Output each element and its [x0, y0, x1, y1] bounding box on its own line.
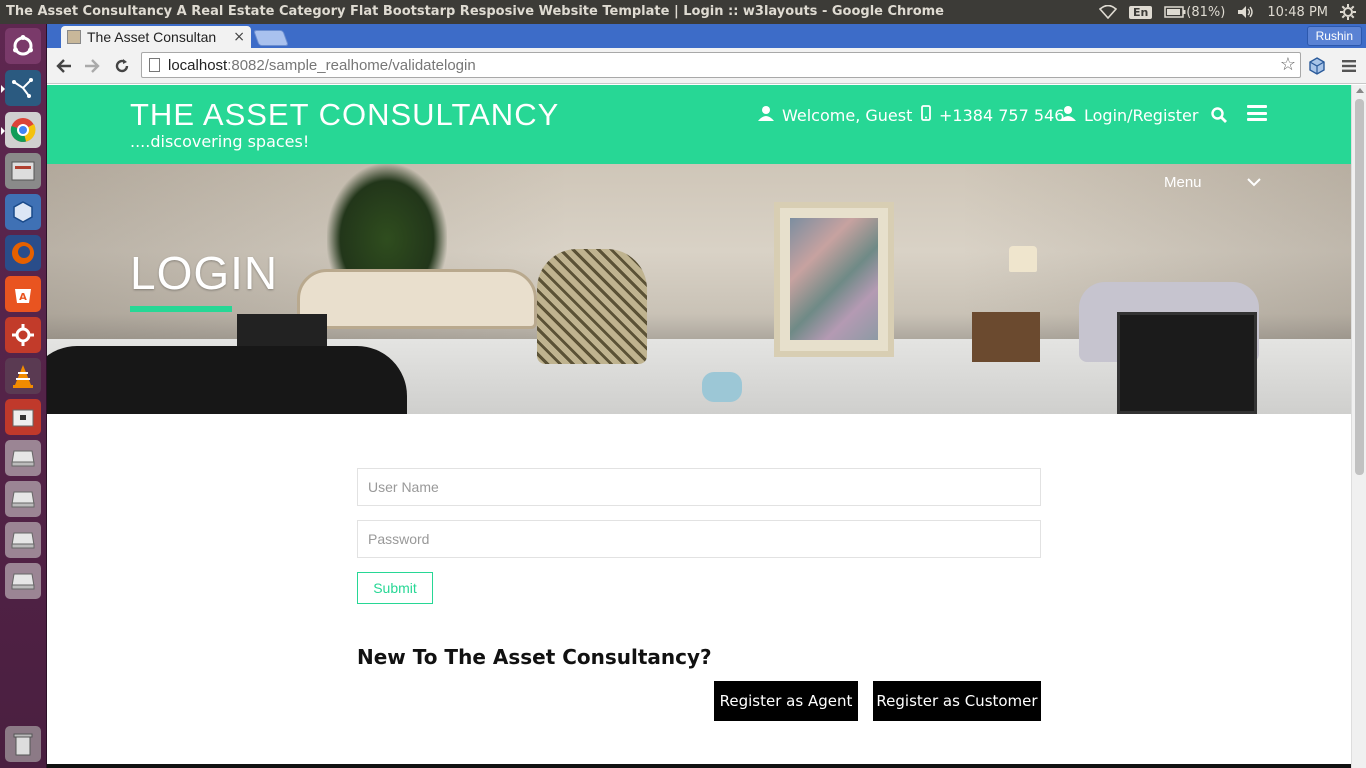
hero-lamp — [1009, 246, 1037, 272]
hero-banner: Menu LOGIN — [47, 164, 1351, 414]
forward-arrow-icon[interactable] — [81, 55, 103, 77]
drive-icon[interactable] — [5, 563, 41, 599]
page-title: LOGIN — [130, 247, 279, 299]
page-icon — [149, 58, 160, 72]
unity-launcher: A — [0, 24, 47, 768]
drive-icon[interactable] — [5, 440, 41, 476]
bookmark-star-icon[interactable]: ☆ — [1280, 54, 1296, 75]
browser-window: The Asset Consultan × Rushin localhost:8… — [47, 24, 1366, 768]
register-customer-button[interactable]: Register as Customer — [873, 681, 1041, 721]
site-brand[interactable]: THE ASSET CONSULTANCY — [130, 97, 559, 133]
files-icon[interactable] — [5, 153, 41, 189]
tab-strip: The Asset Consultan × Rushin — [47, 24, 1366, 48]
chrome-icon[interactable] — [1, 112, 41, 148]
footer-edge — [47, 764, 1351, 768]
trash-icon[interactable] — [5, 726, 41, 762]
site-header: THE ASSET CONSULTANCY ....discovering sp… — [47, 85, 1351, 164]
scrollbar-thumb[interactable] — [1355, 99, 1364, 475]
user-icon — [758, 105, 774, 126]
profile-button[interactable]: Rushin — [1306, 26, 1362, 46]
system-settings-icon[interactable] — [5, 317, 41, 353]
chrome-menu-icon[interactable] — [1339, 56, 1359, 76]
panel-indicators: En (81%) 10:48 PM — [1093, 0, 1362, 24]
tab-title: The Asset Consultan — [87, 29, 217, 45]
title-underline — [130, 306, 232, 312]
ubuntu-dash-icon[interactable] — [5, 28, 41, 64]
new-user-heading: New To The Asset Consultancy? — [357, 645, 712, 669]
drive-icon[interactable] — [5, 481, 41, 517]
mobile-phone-icon — [921, 105, 931, 126]
mysql-workbench-icon[interactable] — [1, 70, 41, 106]
extension-cube-icon[interactable] — [1307, 56, 1327, 76]
hero-painting-art — [790, 218, 878, 340]
virtualbox-icon[interactable] — [5, 194, 41, 230]
address-bar[interactable]: localhost:8082/sample_realhome/validatel… — [141, 52, 1301, 78]
power-gear-icon[interactable] — [1334, 0, 1362, 24]
browser-toolbar: localhost:8082/sample_realhome/validatel… — [47, 48, 1366, 84]
new-tab-button[interactable] — [253, 30, 289, 46]
page-scrollbar[interactable] — [1351, 85, 1366, 768]
wifi-icon[interactable] — [1093, 0, 1123, 24]
back-arrow-icon[interactable] — [53, 55, 75, 77]
hero-television — [1117, 312, 1257, 414]
tab-active[interactable]: The Asset Consultan × — [61, 26, 251, 48]
keyboard-layout-label: En — [1128, 5, 1153, 19]
hero-sofa — [297, 269, 537, 329]
site-tagline: ....discovering spaces! — [130, 132, 310, 151]
url-host: localhost — [168, 56, 228, 74]
keyboard-layout-indicator[interactable]: En — [1123, 0, 1158, 24]
welcome-user: Welcome, Guest — [758, 105, 912, 126]
hamburger-menu-icon[interactable] — [1247, 105, 1267, 121]
url-path: :8082/sample_realhome/validatelogin — [227, 56, 476, 74]
vlc-icon[interactable] — [5, 358, 41, 394]
username-input[interactable]: User Name — [357, 468, 1041, 506]
phone-number: +1384 757 546 — [939, 106, 1065, 125]
welcome-text: Welcome, Guest — [782, 106, 913, 125]
favicon-icon — [67, 30, 81, 44]
battery-icon — [1164, 6, 1186, 18]
hero-armchair — [537, 249, 647, 364]
software-center-icon[interactable]: A — [5, 276, 41, 312]
user-icon — [1060, 105, 1076, 126]
hero-painting — [774, 202, 894, 357]
svg-text:A: A — [19, 292, 27, 303]
window-title: The Asset Consultancy A Real Estate Cate… — [6, 4, 944, 19]
firefox-icon[interactable] — [5, 235, 41, 271]
clock[interactable]: 10:48 PM — [1261, 0, 1334, 24]
hero-vase — [702, 372, 742, 402]
scroll-up-arrow-icon[interactable] — [1356, 88, 1364, 93]
battery-indicator[interactable]: (81%) — [1158, 0, 1231, 24]
register-agent-button[interactable]: Register as Agent — [714, 681, 858, 721]
chevron-down-icon[interactable] — [1247, 172, 1261, 192]
archive-manager-icon[interactable] — [5, 399, 41, 435]
page-viewport: THE ASSET CONSULTANCY ....discovering sp… — [47, 85, 1351, 768]
hero-leather-sofa — [47, 346, 407, 414]
reload-icon[interactable] — [111, 55, 133, 77]
battery-percent: (81%) — [1186, 4, 1226, 20]
submit-button[interactable]: Submit — [357, 572, 433, 604]
drive-icon[interactable] — [5, 522, 41, 558]
system-top-panel: The Asset Consultancy A Real Estate Cate… — [0, 0, 1366, 24]
menu-toggle[interactable]: Menu — [1164, 174, 1202, 191]
search-icon[interactable] — [1211, 107, 1227, 123]
hero-side-table — [972, 312, 1040, 362]
phone-contact: +1384 757 546 — [921, 105, 1064, 126]
login-register-link[interactable]: Login/Register — [1060, 105, 1198, 126]
password-input[interactable]: Password — [357, 520, 1041, 558]
tab-close-icon[interactable]: × — [233, 29, 245, 45]
volume-icon[interactable] — [1231, 0, 1261, 24]
login-register-label: Login/Register — [1084, 106, 1199, 125]
